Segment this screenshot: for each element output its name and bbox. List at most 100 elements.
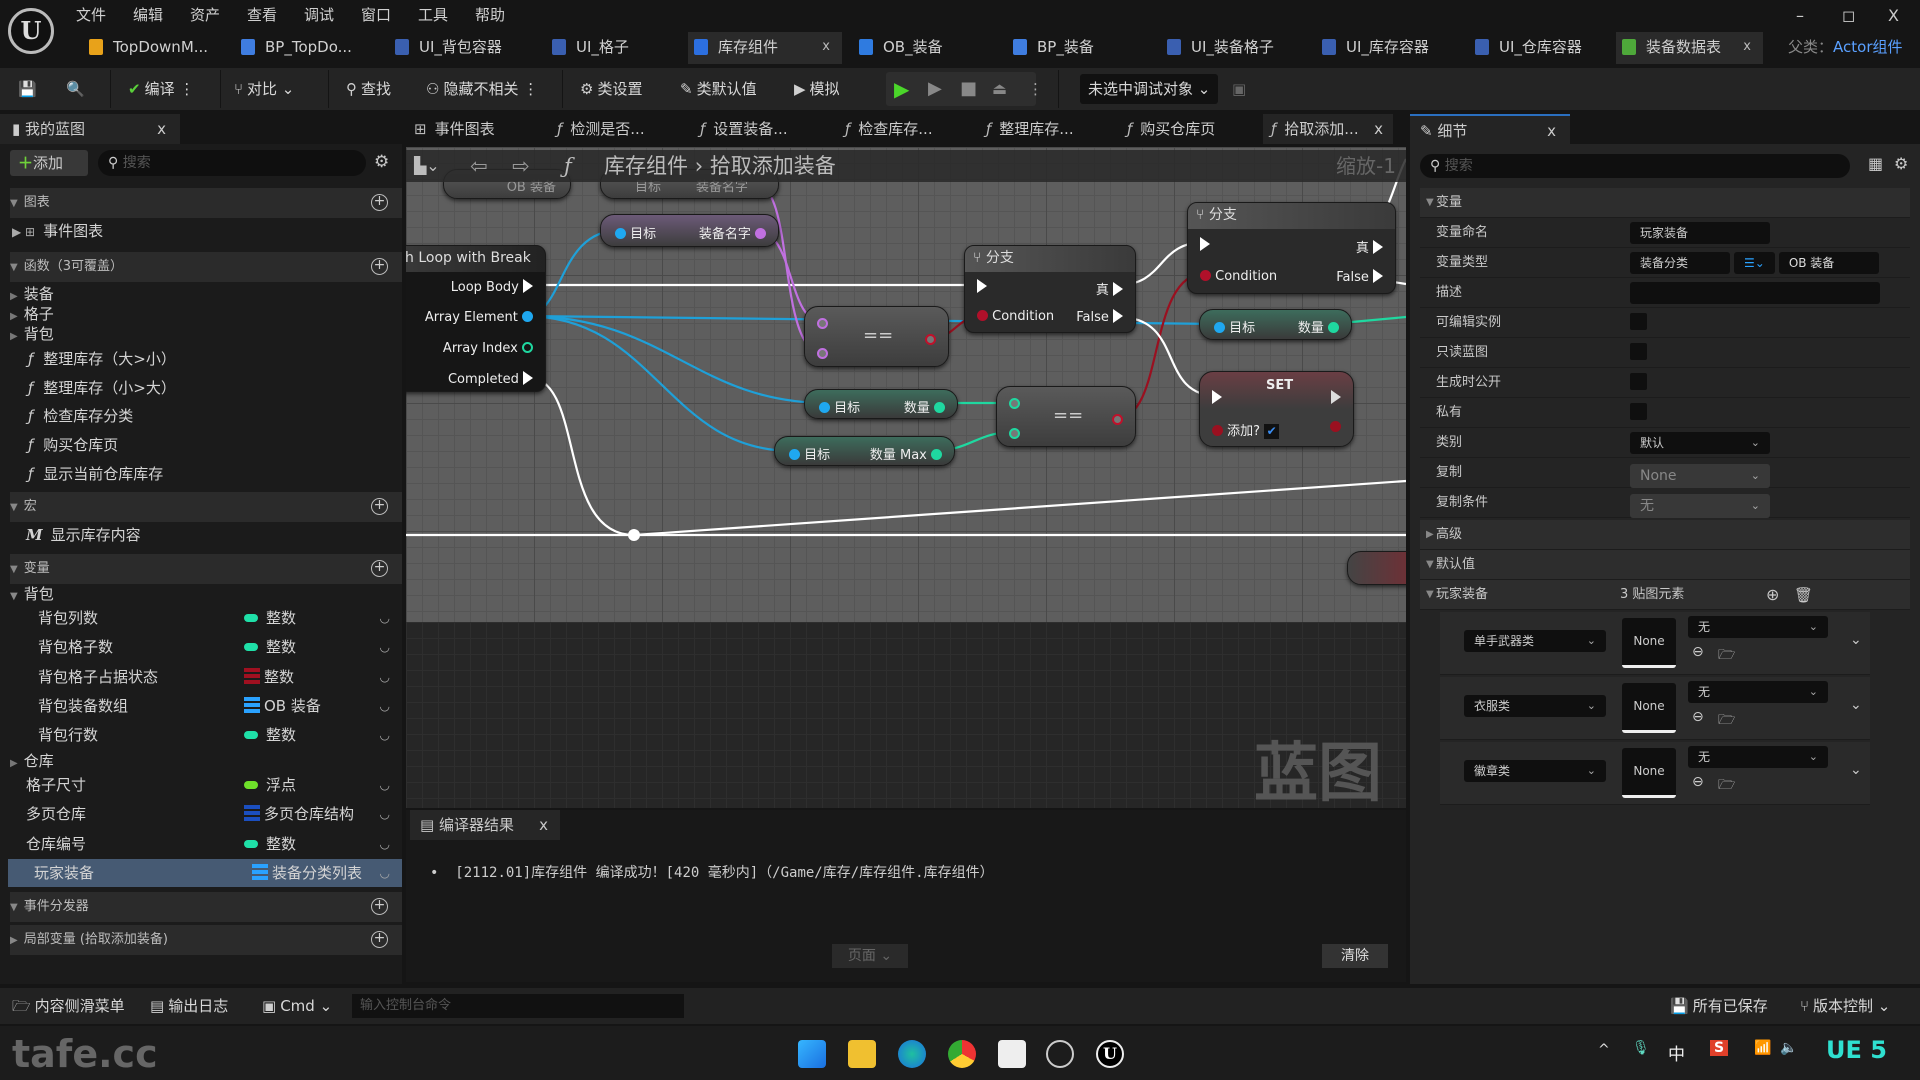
tab-7[interactable]: UI_装备格子 (1161, 32, 1274, 64)
simulate-button[interactable]: ▶ 模拟 (794, 76, 840, 102)
save-icon[interactable]: 💾 (18, 76, 37, 102)
graph-tab-6[interactable]: ƒ 拾取添加... x (1263, 114, 1393, 144)
macro-item[interactable]: M 显示库存内容 (0, 521, 402, 549)
back-icon[interactable]: ⇦ (470, 150, 488, 182)
event-graph-item[interactable]: ▶ ⊞ 事件图表 (0, 217, 402, 245)
pin-exec-in[interactable] (977, 279, 987, 295)
pin-array-element[interactable]: Array Element (425, 310, 533, 325)
visibility-eye-icon[interactable]: ◡ (380, 830, 390, 858)
obs-icon[interactable] (1046, 1040, 1074, 1068)
visibility-eye-icon[interactable]: ◡ (380, 771, 390, 799)
pin-target[interactable]: 目标 (819, 397, 860, 416)
tab-5[interactable]: OB_装备 (853, 32, 943, 64)
variable-item[interactable]: 背包列数 整数 ◡ (0, 604, 402, 632)
pin-result[interactable] (925, 333, 936, 348)
expand-arrow-icon[interactable]: ▼ (10, 564, 18, 575)
function-group[interactable]: ▶ 背包 (0, 320, 402, 348)
restore-button[interactable]: ◻ (1842, 6, 1855, 25)
add-circle-icon[interactable]: + (371, 931, 388, 948)
pin-exec-in[interactable] (1200, 237, 1210, 253)
node-equal-count[interactable]: == (996, 386, 1136, 447)
browse-icon[interactable]: 🔍 (66, 76, 85, 102)
tab-details[interactable]: ✎ 细节 x (1410, 114, 1570, 144)
header-graphs[interactable]: ▼ 图表 + (10, 188, 402, 218)
map-key-dropdown[interactable]: 单手武器类 ⌄ (1464, 630, 1606, 652)
expand-arrow-icon[interactable]: ▼ (10, 902, 18, 913)
close-icon[interactable]: x (1547, 116, 1556, 146)
asset-thumbnail[interactable]: None (1622, 618, 1676, 668)
hide-unrelated-button[interactable]: ⚇ 隐藏不相关 ⋮ (426, 76, 538, 102)
pin-true[interactable]: 真 (1356, 237, 1383, 256)
pin-completed[interactable]: Completed (448, 371, 533, 387)
pin-b[interactable] (1009, 427, 1020, 442)
all-saved-button[interactable]: 💾 所有已保存 (1670, 993, 1768, 1019)
pin-true[interactable]: 真 (1096, 279, 1123, 298)
step-icon[interactable]: ▶ (928, 76, 942, 102)
category-dropdown[interactable]: 默认 ⌄ (1630, 432, 1770, 454)
expand-arrow-icon[interactable]: ▼ (1426, 188, 1434, 218)
graph-tab-0[interactable]: ⊞ 事件图表 (414, 114, 495, 144)
more-icon[interactable]: ⋮ (1028, 76, 1043, 102)
function-item[interactable]: ƒ 显示当前仓库库存 (0, 460, 402, 488)
blueprint-graph[interactable]: OB 装备 目标 装备名字 目标 装备名字 h Loop with Break L… (406, 147, 1406, 622)
pin-count[interactable]: 数量 (904, 397, 945, 416)
tab-1[interactable]: BP_TopDo... (235, 32, 352, 64)
pin-array-index[interactable]: Array Index (443, 341, 533, 356)
tab-9[interactable]: UI_仓库容器 (1469, 32, 1582, 64)
menu-view[interactable]: 查看 (247, 4, 277, 25)
use-selected-icon[interactable]: ⊖ (1692, 774, 1704, 790)
tab-0[interactable]: TopDownM... (83, 32, 208, 64)
node-get-count-max[interactable]: 目标 数量 Max (774, 436, 955, 466)
store-icon[interactable] (998, 1040, 1026, 1068)
file-explorer-icon[interactable] (848, 1040, 876, 1068)
type-key-dropdown[interactable]: 装备分类 (1630, 252, 1730, 274)
pin-count-max[interactable]: 数量 Max (870, 444, 942, 463)
pin-target[interactable]: 目标 (615, 223, 656, 242)
add-element-icon[interactable]: ⊕ (1766, 580, 1779, 610)
pin-exec-out[interactable] (1331, 390, 1341, 406)
minimize-button[interactable]: – (1796, 6, 1804, 25)
private-checkbox[interactable] (1630, 403, 1647, 420)
mic-icon[interactable]: 🎙 (1632, 1040, 1650, 1056)
variable-item[interactable]: 仓库编号 整数 ◡ (0, 830, 402, 858)
edge-icon[interactable] (898, 1040, 926, 1068)
unreal-logo[interactable]: U (8, 8, 54, 54)
pin-add[interactable]: 添加? ✔ (1212, 420, 1280, 439)
node-get-count-right[interactable]: 目标 数量 (1199, 309, 1352, 340)
type-value-dropdown[interactable]: OB 装备 (1778, 252, 1879, 274)
replication-condition-dropdown[interactable]: 无 ⌄ (1630, 494, 1770, 518)
pin-b[interactable] (817, 347, 828, 362)
function-item[interactable]: ƒ 检查库存分类 (0, 402, 402, 430)
visibility-eye-icon[interactable]: ◡ (380, 692, 390, 720)
pin-equip-name[interactable]: 装备名字 (699, 223, 766, 242)
header-dispatchers[interactable]: ▼ 事件分发器 + (10, 892, 402, 922)
expand-entry-icon[interactable]: ⌄ (1850, 697, 1862, 713)
function-item[interactable]: ƒ 整理库存（小>大） (0, 374, 402, 402)
expose-spawn-checkbox[interactable] (1630, 373, 1647, 390)
variable-item[interactable]: 背包行数 整数 ◡ (0, 721, 402, 749)
tab-my-blueprint[interactable]: ▮ 我的蓝图 x (0, 114, 180, 144)
tab-6[interactable]: BP_装备 (1007, 32, 1094, 64)
tray-chevron-icon[interactable]: ^ (1598, 1042, 1610, 1058)
readonly-checkbox[interactable] (1630, 343, 1647, 360)
pin-a[interactable] (1009, 397, 1020, 412)
close-icon[interactable]: x (157, 114, 166, 144)
pin-false[interactable]: False (1076, 309, 1123, 325)
find-button[interactable]: ⚲ 查找 (346, 76, 391, 102)
page-dropdown[interactable]: 页面 ⌄ (832, 944, 908, 968)
variable-item[interactable]: 背包装备数组 OB 装备 ◡ (0, 692, 402, 720)
menu-window[interactable]: 窗口 (361, 4, 391, 25)
pin-a[interactable] (817, 317, 828, 332)
function-item[interactable]: ƒ 购买仓库页 (0, 431, 402, 459)
menu-tools[interactable]: 工具 (418, 4, 448, 25)
gear-icon[interactable]: ⚙ (374, 152, 389, 172)
close-icon[interactable]: x (1374, 114, 1383, 144)
clear-button[interactable]: 清除 (1322, 944, 1388, 968)
menu-file[interactable]: 文件 (76, 4, 106, 25)
source-control-button[interactable]: ⑂ 版本控制 ⌄ (1800, 993, 1890, 1019)
replication-dropdown[interactable]: None ⌄ (1630, 464, 1770, 488)
node-set-add[interactable]: SET 添加? ✔ (1199, 371, 1354, 447)
console-input[interactable]: 输入控制台命令 (352, 994, 684, 1018)
pin-exec-in[interactable] (1212, 390, 1222, 406)
browse-asset-icon[interactable]: 🗁 (1718, 774, 1735, 798)
